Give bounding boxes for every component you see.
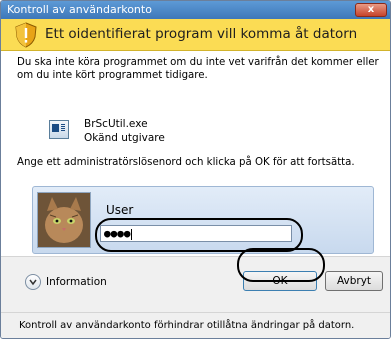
cancel-button[interactable]: Avbryt <box>325 271 383 291</box>
window-title: Kontroll av användarkonto <box>7 3 152 16</box>
instruction-text: Ange ett administratörslösenord och klic… <box>17 157 355 168</box>
program-name: BrScUtil.exe <box>84 118 148 130</box>
details-label[interactable]: Information <box>46 276 107 288</box>
status-bar: Kontroll av användarkonto förhindrar oti… <box>1 312 390 338</box>
program-publisher: Okänd utgivare <box>84 132 165 144</box>
credential-tile[interactable]: User ●●●● <box>32 186 374 254</box>
dialog-content: Du ska inte köra programmet om du inte v… <box>1 51 390 256</box>
program-icon <box>49 120 69 139</box>
status-text: Kontroll av användarkonto förhindrar oti… <box>19 320 355 331</box>
ok-highlight <box>237 248 325 282</box>
warning-banner: Ett oidentifierat program vill komma åt … <box>1 19 390 51</box>
cat-avatar <box>37 192 91 248</box>
password-field[interactable]: ●●●● <box>100 225 292 242</box>
button-bar: Information OK Avbryt <box>1 256 390 313</box>
uac-dialog: Kontroll av användarkonto x Ett oidentif… <box>0 0 391 339</box>
text-caret <box>130 228 132 240</box>
title-bar: Kontroll av användarkonto x <box>1 1 390 19</box>
password-mask: ●●●● <box>104 227 131 240</box>
close-icon: x <box>367 4 375 15</box>
banner-heading: Ett oidentifierat program vill komma åt … <box>45 26 358 42</box>
shield-warning-icon <box>15 22 37 48</box>
close-button[interactable]: x <box>355 3 387 17</box>
username-label: User <box>106 203 134 217</box>
details-toggle[interactable] <box>25 274 41 290</box>
description-text: Du ska inte köra programmet om du inte v… <box>17 57 379 81</box>
chevron-down-icon <box>29 279 37 286</box>
